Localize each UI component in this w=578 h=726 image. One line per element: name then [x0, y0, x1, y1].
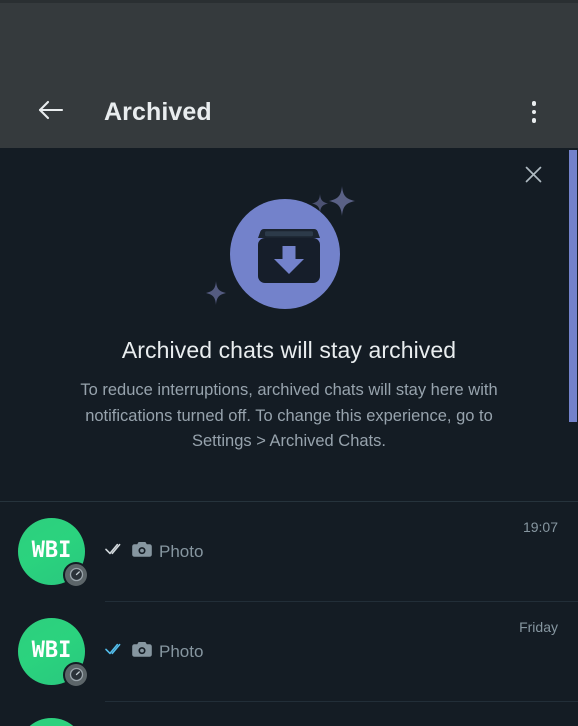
- scrollbar-track[interactable]: [568, 148, 578, 726]
- double-check-read-icon: [105, 642, 125, 661]
- archive-hero-illustration: [194, 186, 384, 321]
- banner-title: Archived chats will stay archived: [0, 337, 578, 364]
- chat-timestamp: 19:07: [523, 518, 558, 535]
- app-header: Archived: [0, 3, 578, 148]
- avatar-initials: WBI: [32, 640, 72, 662]
- archive-box-download-icon: [256, 226, 322, 286]
- chat-preview-text: Photo: [159, 642, 203, 662]
- close-banner-button[interactable]: [516, 160, 550, 194]
- archived-list-scroll-area: Archived chats will stay archived To red…: [0, 148, 578, 726]
- chat-row-content: [105, 702, 578, 726]
- scrollbar-thumb[interactable]: [569, 150, 577, 422]
- archived-chats-screen: Archived: [0, 0, 578, 726]
- close-icon: [524, 165, 543, 189]
- chat-timestamp: Friday: [519, 618, 558, 635]
- disappearing-messages-icon: [63, 662, 89, 688]
- chat-list-item[interactable]: WBI: [0, 702, 578, 726]
- chat-preview-text: Photo: [159, 542, 203, 562]
- back-button[interactable]: [28, 90, 72, 134]
- archived-chat-list: WBI 19:07: [0, 502, 578, 726]
- double-check-delivered-icon: [105, 542, 125, 561]
- chat-list-item[interactable]: WBI Friday: [0, 602, 578, 702]
- arrow-left-icon: [37, 99, 64, 126]
- camera-icon: [132, 541, 152, 563]
- avatar[interactable]: WBI: [18, 718, 85, 726]
- camera-icon: [132, 641, 152, 663]
- overflow-menu-icon: [532, 101, 537, 123]
- avatar-image: WBI: [18, 718, 85, 726]
- banner-description: To reduce interruptions, archived chats …: [74, 378, 504, 455]
- disappearing-messages-icon: [63, 562, 89, 588]
- chat-row-content: Friday: [105, 602, 578, 702]
- sparkle-icon: [329, 186, 355, 221]
- chat-row-content: 19:07: [105, 502, 578, 602]
- overflow-menu-button[interactable]: [512, 90, 556, 134]
- avatar[interactable]: WBI: [18, 618, 85, 685]
- sparkle-icon: [206, 281, 226, 310]
- avatar[interactable]: WBI: [18, 518, 85, 585]
- page-title: Archived: [104, 98, 212, 127]
- archived-info-banner: Archived chats will stay archived To red…: [0, 148, 578, 477]
- chat-list-item[interactable]: WBI 19:07: [0, 502, 578, 602]
- avatar-initials: WBI: [32, 540, 72, 562]
